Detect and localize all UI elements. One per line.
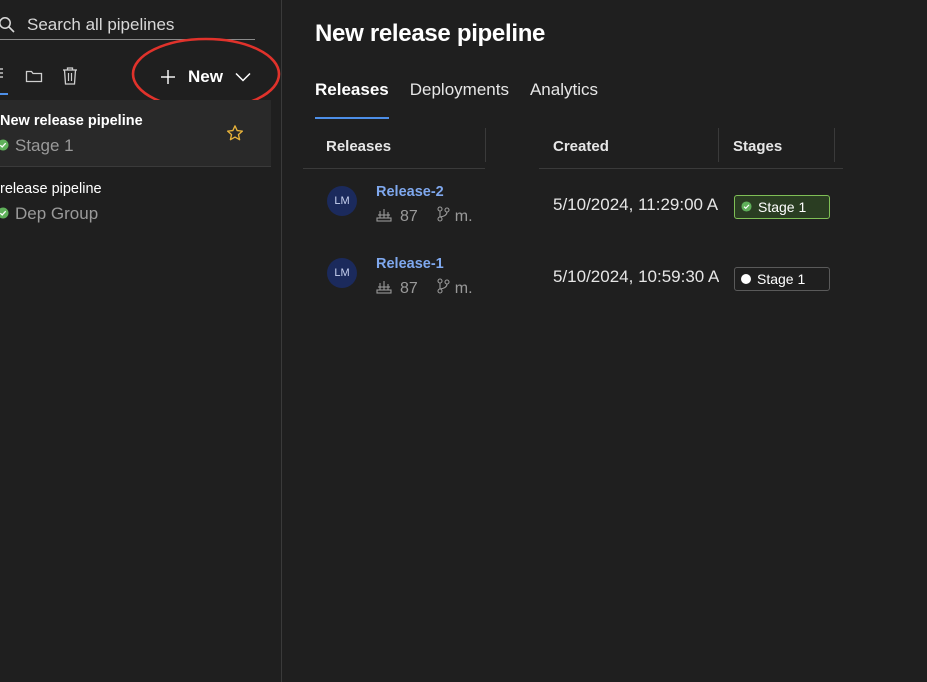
- list-view-button[interactable]: [0, 66, 8, 96]
- releases-table-header: Releases Created Stages: [303, 128, 843, 169]
- stage-label: Stage 1: [758, 199, 807, 215]
- column-header-created[interactable]: Created: [553, 138, 609, 155]
- release-meta: 87 m.: [376, 206, 473, 227]
- release-meta: 87 m.: [376, 278, 473, 299]
- success-check-icon: [0, 136, 9, 156]
- folder-icon: [25, 70, 43, 83]
- avatar: LM: [327, 258, 357, 288]
- stage-status-badge[interactable]: Stage 1: [734, 195, 830, 219]
- header-underline: [303, 168, 485, 169]
- column-separator: [718, 128, 719, 162]
- search-input[interactable]: Search all pipelines: [27, 15, 174, 35]
- release-row[interactable]: LM Release-2 87 m. 5/10/2024, 11:29:00 A: [303, 172, 843, 242]
- branch-info: m.: [436, 206, 473, 227]
- folder-view-button[interactable]: [25, 68, 43, 89]
- build-number: 87: [400, 279, 418, 297]
- column-header-stages[interactable]: Stages: [733, 138, 782, 155]
- app-window: Search all pipelines New New release pip…: [0, 0, 927, 682]
- not-deployed-dot-icon: [741, 274, 751, 284]
- branch-icon: [436, 206, 450, 227]
- deleted-view-button[interactable]: [61, 66, 79, 91]
- list-icon: [0, 68, 3, 78]
- branch-icon: [436, 278, 450, 299]
- active-tab-indicator: [315, 117, 389, 119]
- search-icon: [0, 16, 16, 39]
- release-row[interactable]: LM Release-1 87 m. 5/10/2024, 10:59:30 A…: [303, 244, 843, 314]
- stage-label: Stage 1: [757, 271, 806, 287]
- pipeline-detail: New release pipeline Releases Deployment…: [282, 0, 927, 682]
- header-underline: [539, 168, 843, 169]
- active-view-indicator: [0, 93, 8, 95]
- column-header-releases[interactable]: Releases: [326, 138, 391, 155]
- stage-status-badge[interactable]: Stage 1: [734, 267, 830, 291]
- page-title: New release pipeline: [315, 20, 546, 47]
- tab-label: Deployments: [409, 80, 509, 99]
- release-link[interactable]: Release-1: [376, 256, 444, 272]
- trash-icon: [63, 67, 77, 85]
- success-check-icon: [0, 204, 9, 224]
- column-separator: [834, 128, 835, 162]
- success-check-icon: [741, 199, 752, 215]
- pipeline-item[interactable]: release pipeline Dep Group: [0, 168, 271, 234]
- column-separator: [485, 128, 486, 162]
- tab-label: Releases: [315, 80, 389, 99]
- branch-name: m.: [454, 279, 473, 297]
- pipeline-stage-label: Dep Group: [15, 204, 99, 223]
- pipeline-item[interactable]: New release pipeline Stage 1: [0, 100, 271, 167]
- pipeline-name: release pipeline: [0, 181, 102, 197]
- pipeline-search[interactable]: Search all pipelines: [0, 8, 255, 40]
- avatar: LM: [327, 186, 357, 216]
- branch-name: m.: [454, 207, 473, 225]
- pipelines-sidebar: Search all pipelines New New release pip…: [0, 0, 281, 682]
- build-icon: [376, 278, 392, 299]
- tab-deployments[interactable]: Deployments: [410, 80, 509, 120]
- favorite-star-icon[interactable]: [226, 124, 244, 147]
- tab-bar: Releases Deployments Analytics: [315, 80, 619, 120]
- pipeline-name: New release pipeline: [0, 113, 143, 129]
- created-date: 5/10/2024, 10:59:30 A: [553, 267, 719, 286]
- branch-info: m.: [436, 278, 473, 299]
- created-date: 5/10/2024, 11:29:00 A: [553, 195, 719, 214]
- tab-releases[interactable]: Releases: [315, 80, 389, 120]
- release-link[interactable]: Release-2: [376, 184, 444, 200]
- build-icon: [376, 206, 392, 227]
- pipeline-stage-label: Stage 1: [15, 136, 74, 155]
- tab-analytics[interactable]: Analytics: [530, 80, 598, 120]
- build-number: 87: [400, 207, 418, 225]
- pipeline-status: Stage 1: [0, 136, 74, 156]
- pipeline-status: Dep Group: [0, 204, 98, 224]
- tab-label: Analytics: [529, 80, 598, 99]
